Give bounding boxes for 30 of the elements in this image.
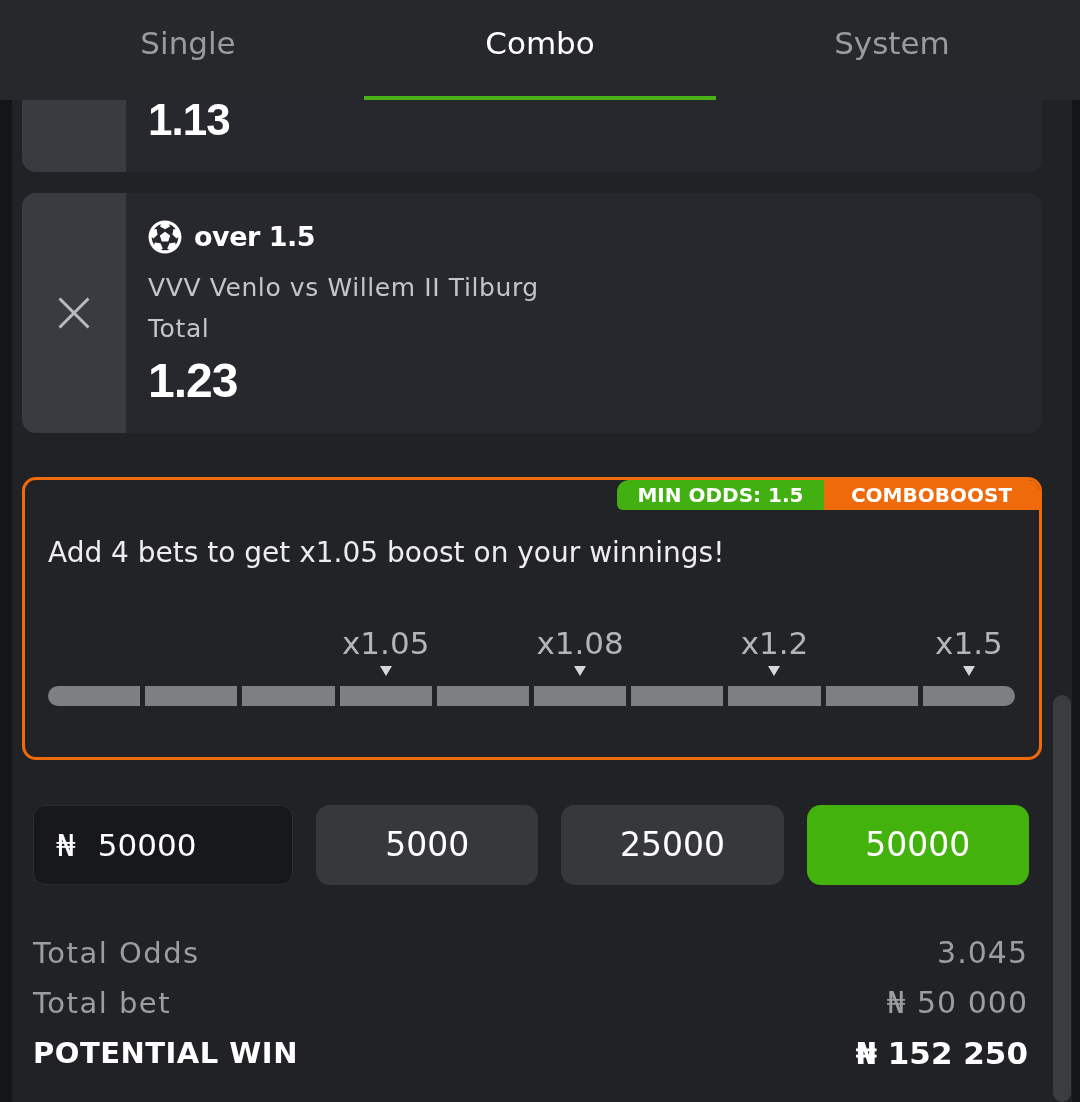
triangle-marker-icon [768,666,781,676]
market-name: Total [148,313,211,345]
bet-selection: over 1.5 [194,220,315,254]
multiplier-label: x1.2 [740,624,809,662]
multiplier-label: x1.08 [536,624,624,662]
triangle-marker-icon [379,666,392,676]
bet-odds: 1.23 [148,355,239,407]
quick-amount-button[interactable]: 5000 [316,805,539,885]
remove-column[interactable] [22,100,126,172]
summary-value: ₦ 152 250 [855,1035,1028,1071]
summary-value: ₦ 50 000 [886,985,1028,1021]
summary-label: POTENTIAL WIN [33,1035,298,1071]
stake-input[interactable]: ₦ 50000 [33,805,293,885]
boost-badge: MIN ODDS: 1.5 [617,480,824,510]
bet-type-tab[interactable]: Single [12,0,364,100]
match-name: VVV Venlo vs Willem II Tilburg [148,272,539,304]
triangle-marker-icon [574,666,587,676]
summary-value: 3.045 [937,935,1028,971]
triangle-marker-icon [962,666,975,676]
boost-badge: COMBOBOOST [824,480,1039,510]
bet-odds: 1.13 [148,100,230,140]
close-icon[interactable] [58,297,90,329]
multiplier-label: x1.05 [342,624,430,662]
boost-message: Add 4 bets to get x1.05 boost on your winnings! [47,535,726,571]
bet-type-tab[interactable]: System [716,0,1068,100]
multiplier-label: x1.5 [935,624,1003,662]
scrollbar-thumb[interactable] [1053,695,1071,1102]
summary-label: Total Odds [33,935,200,971]
quick-amount-button[interactable]: 25000 [561,805,784,885]
summary-label: Total bet [33,985,172,1021]
